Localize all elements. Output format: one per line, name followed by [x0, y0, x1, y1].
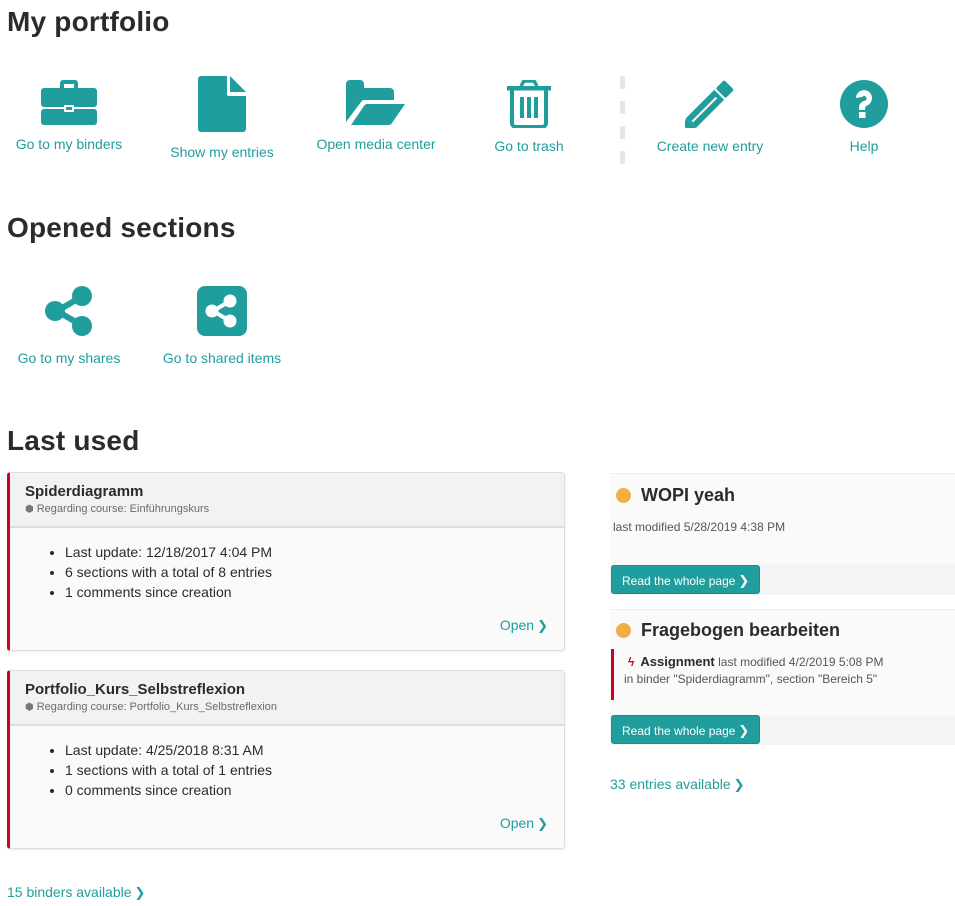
go-to-binders-button[interactable]: Go to my binders: [10, 80, 128, 152]
page-card: Fragebogen bearbeiten ϟ Assignment last m…: [610, 609, 955, 745]
binder-comments: 0 comments since creation: [65, 780, 564, 800]
chevron-right-icon: ❯: [733, 777, 745, 792]
page-title-text: WOPI yeah: [641, 485, 736, 505]
binder-details: Last update: 12/18/2017 4:04 PM 6 sectio…: [10, 528, 564, 602]
chevron-right-icon: ❯: [738, 573, 750, 588]
chevron-right-icon: ❯: [134, 885, 146, 900]
go-to-shared-items-button[interactable]: Go to shared items: [160, 286, 284, 366]
binder-open-link[interactable]: Open ❯: [500, 815, 548, 832]
cube-icon: ⬢: [25, 702, 34, 713]
open-media-center-button[interactable]: Open media center: [312, 80, 440, 152]
binder-card-header: Portfolio_Kurs_Selbstreflexion ⬢ Regardin…: [10, 671, 564, 726]
binder-title: Portfolio_Kurs_Selbstreflexion: [25, 681, 246, 698]
binder-course: Regarding course: Einführungskurs: [36, 503, 210, 515]
read-whole-page-button[interactable]: Read the whole page ❯: [611, 565, 761, 594]
go-to-my-shares-button[interactable]: Go to my shares: [10, 286, 128, 366]
chevron-right-icon: ❯: [537, 816, 548, 831]
help-button[interactable]: Help: [820, 80, 908, 154]
binder-sections: 1 sections with a total of 1 entries: [65, 760, 564, 780]
page-location: in binder "Spiderdiagramm", section "Ber…: [624, 672, 878, 686]
question-circle-icon: [840, 80, 888, 128]
page-title: My portfolio: [7, 6, 170, 37]
page-card: WOPI yeah last modified 5/28/2019 4:38 P…: [610, 473, 955, 595]
binder-last-update: Last update: 12/18/2017 4:04 PM: [65, 542, 564, 562]
share-square-icon: [197, 286, 247, 336]
chevron-right-icon: ❯: [738, 723, 750, 738]
last-used-title: Last used: [7, 425, 140, 456]
status-dot-icon: [616, 623, 631, 638]
binder-sections: 6 sections with a total of 8 entries: [65, 562, 564, 582]
entries-available-link[interactable]: 33 entries available ❯: [610, 776, 745, 793]
binder-course: Regarding course: Portfolio_Kurs_Selbstr…: [36, 701, 278, 713]
binder-comments: 1 comments since creation: [65, 582, 564, 602]
share-icon: [45, 286, 92, 336]
toolbar-divider: [620, 76, 625, 164]
trash-icon: [507, 80, 551, 128]
pencil-icon: [685, 80, 734, 128]
page-title-text: Fragebogen bearbeiten: [641, 620, 841, 640]
binder-open-link[interactable]: Open ❯: [500, 617, 548, 634]
binder-card-header: Spiderdiagramm ⬢ Regarding course: Einfüh…: [10, 473, 564, 528]
status-dot-icon: [616, 488, 631, 503]
binder-details: Last update: 4/25/2018 8:31 AM 1 section…: [10, 726, 564, 800]
assignment-info: ϟ Assignment last modified 4/2/2019 5:08 …: [611, 649, 955, 700]
cube-icon: ⬢: [25, 504, 34, 515]
page-last-modified: last modified 4/2/2019 5:08 PM: [718, 655, 884, 669]
page-last-modified: last modified 5/28/2019 4:38 PM: [613, 520, 786, 534]
bolt-icon: ϟ: [628, 655, 635, 669]
binders-available-link[interactable]: 15 binders available ❯: [7, 884, 145, 901]
show-entries-button[interactable]: Show my entries: [163, 76, 281, 160]
create-new-entry-button[interactable]: Create new entry: [650, 80, 770, 154]
assignment-label: Assignment: [640, 654, 715, 669]
binder-last-update: Last update: 4/25/2018 8:31 AM: [65, 740, 564, 760]
go-to-trash-button[interactable]: Go to trash: [470, 80, 588, 154]
binder-card: Portfolio_Kurs_Selbstreflexion ⬢ Regardin…: [7, 670, 565, 849]
briefcase-icon: [41, 80, 97, 125]
binder-title: Spiderdiagramm: [25, 483, 144, 500]
binder-card: Spiderdiagramm ⬢ Regarding course: Einfüh…: [7, 472, 565, 651]
chevron-right-icon: ❯: [537, 618, 548, 633]
file-icon: [198, 76, 246, 132]
read-whole-page-button[interactable]: Read the whole page ❯: [611, 715, 761, 744]
opened-sections-title: Opened sections: [7, 212, 236, 243]
folder-open-icon: [346, 80, 405, 125]
